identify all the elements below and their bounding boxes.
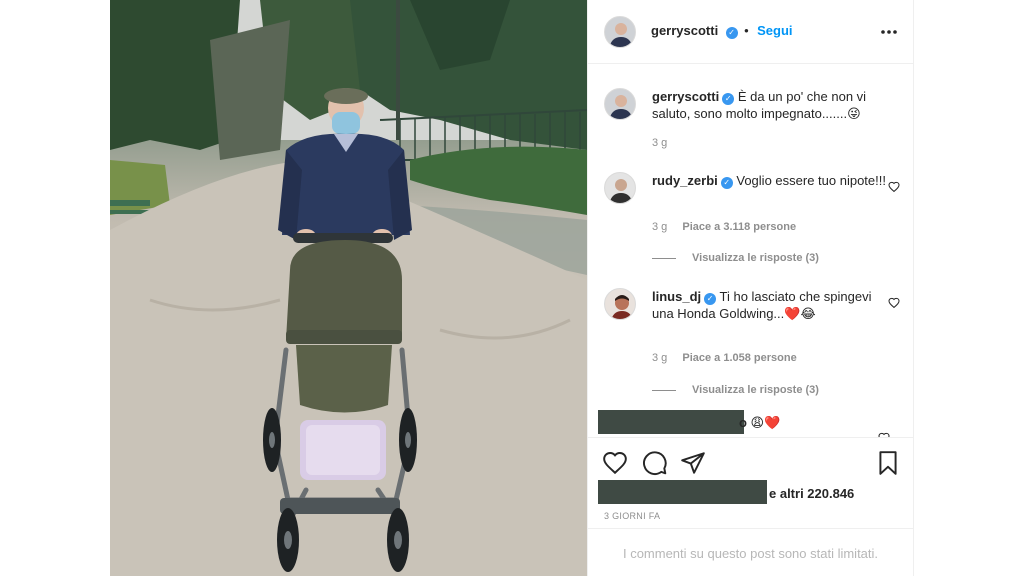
paper-plane-icon[interactable] (680, 450, 706, 476)
comment-item: rudy_zerbi ✓ Voglio essere tuo nipote!!! … (604, 172, 900, 272)
park-scene-image (110, 0, 587, 576)
author-line: gerryscotti ✓ • Segui (651, 22, 793, 40)
heart-icon[interactable] (602, 450, 628, 476)
caption-time: 3 g (652, 137, 668, 149)
heart-icon[interactable] (888, 297, 900, 309)
caption-meta: 3 g (652, 137, 679, 149)
comment-text-block: rudy_zerbi ✓ Voglio essere tuo nipote!!! (652, 172, 888, 189)
bookmark-icon[interactable] (875, 450, 901, 476)
post-actions: e altri 220.846 3 GIORNI FA (588, 437, 913, 527)
avatar-image (605, 17, 635, 47)
view-replies-button[interactable]: Visualizza le risposte (3) (652, 252, 819, 264)
view-replies-button[interactable]: Visualizza le risposte (3) (652, 384, 819, 396)
author-avatar[interactable] (604, 16, 636, 48)
comment-item-partial: o 😩❤️ (598, 409, 894, 437)
comment-bubble-icon[interactable] (642, 450, 668, 476)
caption-username[interactable]: gerryscotti (652, 89, 719, 104)
caption-item: gerryscotti ✓ È da un po' che non vi salu… (604, 88, 900, 158)
verified-badge-icon: ✓ (725, 27, 738, 39)
likes-summary-text: e altri 220.846 (769, 486, 855, 501)
follow-button[interactable]: Segui (757, 23, 792, 38)
comment-likes[interactable]: Piace a 1.058 persone (682, 352, 796, 364)
redacted-comment-block (598, 410, 744, 434)
avatar-image (605, 173, 635, 203)
comment-item: linus_dj ✓ Ti ho lasciato che spingevi un… (604, 288, 900, 398)
comment-meta: 3 g Piace a 3.118 persone (652, 221, 808, 233)
author-username[interactable]: gerryscotti (651, 23, 718, 38)
verified-badge-icon: ✓ (704, 293, 717, 305)
comment-meta: 3 g Piace a 1.058 persone (652, 352, 809, 364)
post-timestamp[interactable]: 3 GIORNI FA (604, 511, 660, 521)
comment-time: 3 g (652, 352, 668, 364)
comments-list[interactable]: gerryscotti ✓ È da un po' che non vi salu… (588, 65, 913, 437)
commenter-avatar[interactable] (604, 172, 636, 204)
caption-text-block: gerryscotti ✓ È da un po' che non vi salu… (652, 88, 888, 122)
comment-time: 3 g (652, 221, 668, 233)
caption-avatar[interactable] (604, 88, 636, 120)
heart-icon[interactable] (888, 181, 900, 193)
comment-likes[interactable]: Piace a 3.118 persone (682, 221, 796, 233)
redacted-liker-block (598, 480, 767, 504)
comment-text: Voglio essere tuo nipote!!! (736, 173, 886, 188)
separator-dot: • (744, 23, 749, 38)
post-photo[interactable] (110, 0, 587, 576)
avatar-image (605, 289, 635, 319)
verified-badge-icon: ✓ (722, 93, 735, 105)
likes-summary[interactable]: e altri 220.846 (769, 486, 854, 501)
comment-username[interactable]: rudy_zerbi (652, 173, 718, 188)
more-options-icon[interactable] (879, 22, 899, 42)
comment-username[interactable]: linus_dj (652, 289, 701, 304)
verified-badge-icon: ✓ (720, 177, 733, 189)
post-header: gerryscotti ✓ • Segui (588, 0, 913, 64)
post-side-panel: gerryscotti ✓ • Segui gerryscotti ✓ È da… (587, 0, 914, 576)
commenter-avatar[interactable] (604, 288, 636, 320)
comment-text-block: linus_dj ✓ Ti ho lasciato che spingevi un… (652, 288, 888, 322)
avatar-image (605, 89, 635, 119)
comment-text-partial: o 😩❤️ (739, 415, 781, 430)
comments-limited-notice: I commenti su questo post sono stati lim… (588, 528, 913, 576)
